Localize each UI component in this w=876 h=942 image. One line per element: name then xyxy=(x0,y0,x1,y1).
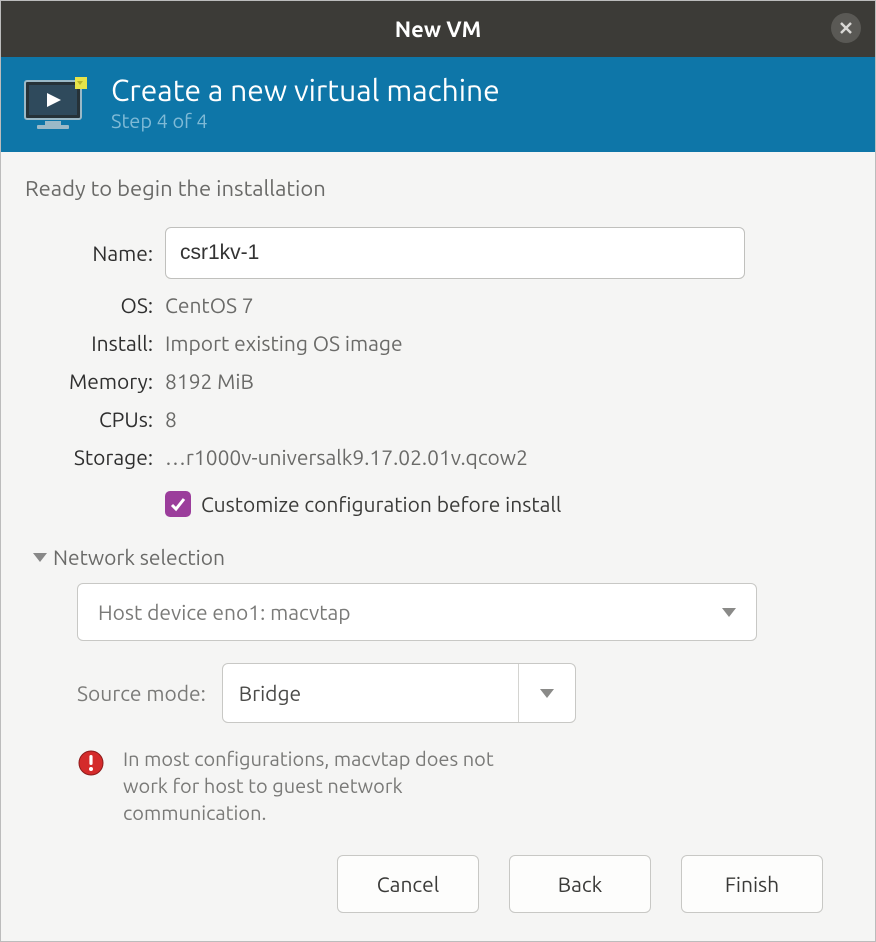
warning-row: In most configurations, macvtap does not… xyxy=(77,745,851,826)
install-value: Import existing OS image xyxy=(165,331,851,355)
storage-label: Storage: xyxy=(33,445,153,469)
os-label: OS: xyxy=(33,293,153,317)
window-title: New VM xyxy=(395,17,481,42)
customize-label[interactable]: Customize configuration before install xyxy=(201,492,561,516)
banner-heading: Create a new virtual machine xyxy=(111,73,500,107)
source-mode-dropdown-button[interactable] xyxy=(519,664,575,722)
footer: Cancel Back Finish xyxy=(25,829,851,941)
chevron-down-icon xyxy=(540,689,554,698)
checkmark-icon xyxy=(169,495,187,513)
cpus-value: 8 xyxy=(165,407,851,431)
memory-value: 8192 MiB xyxy=(165,369,851,393)
network-device-combo[interactable]: Host device eno1: macvtap xyxy=(77,583,757,641)
install-label: Install: xyxy=(33,331,153,355)
network-device-row: Host device eno1: macvtap xyxy=(77,583,757,641)
source-mode-label: Source mode: xyxy=(77,681,206,705)
back-button[interactable]: Back xyxy=(509,855,651,913)
chevron-down-icon xyxy=(33,553,47,562)
wizard-banner: Create a new virtual machine Step 4 of 4 xyxy=(1,57,875,152)
cpus-label: CPUs: xyxy=(33,407,153,431)
warning-text: In most configurations, macvtap does not… xyxy=(123,745,543,826)
finish-button[interactable]: Finish xyxy=(681,855,823,913)
name-cell xyxy=(165,227,851,279)
memory-label: Memory: xyxy=(33,369,153,393)
vm-icon xyxy=(21,75,91,131)
banner-text: Create a new virtual machine Step 4 of 4 xyxy=(111,73,500,132)
storage-value: …r1000v-universalk9.17.02.01v.qcow2 xyxy=(165,445,851,469)
source-mode-row: Source mode: Bridge xyxy=(77,663,851,723)
warning-icon xyxy=(77,749,105,777)
chevron-down-icon xyxy=(722,608,736,617)
titlebar: New VM xyxy=(1,1,875,57)
content-area: Ready to begin the installation Name: OS… xyxy=(1,152,875,941)
network-device-value: Host device eno1: macvtap xyxy=(98,600,351,624)
os-value: CentOS 7 xyxy=(165,293,851,317)
new-vm-dialog: New VM Create a new virtual machine Step… xyxy=(0,0,876,942)
name-input[interactable] xyxy=(165,227,745,279)
close-button[interactable] xyxy=(831,13,861,43)
network-expander[interactable]: Network selection xyxy=(33,545,851,569)
subheading: Ready to begin the installation xyxy=(25,176,851,201)
network-title: Network selection xyxy=(53,545,225,569)
source-mode-value: Bridge xyxy=(223,664,519,722)
customize-row: Customize configuration before install xyxy=(165,491,851,517)
customize-checkbox[interactable] xyxy=(165,491,191,517)
cancel-button[interactable]: Cancel xyxy=(337,855,479,913)
source-mode-combo[interactable]: Bridge xyxy=(222,663,576,723)
name-label: Name: xyxy=(33,241,153,265)
summary-grid: Name: OS: CentOS 7 Install: Import exist… xyxy=(33,227,851,469)
close-icon xyxy=(839,21,853,35)
banner-step: Step 4 of 4 xyxy=(111,109,500,132)
